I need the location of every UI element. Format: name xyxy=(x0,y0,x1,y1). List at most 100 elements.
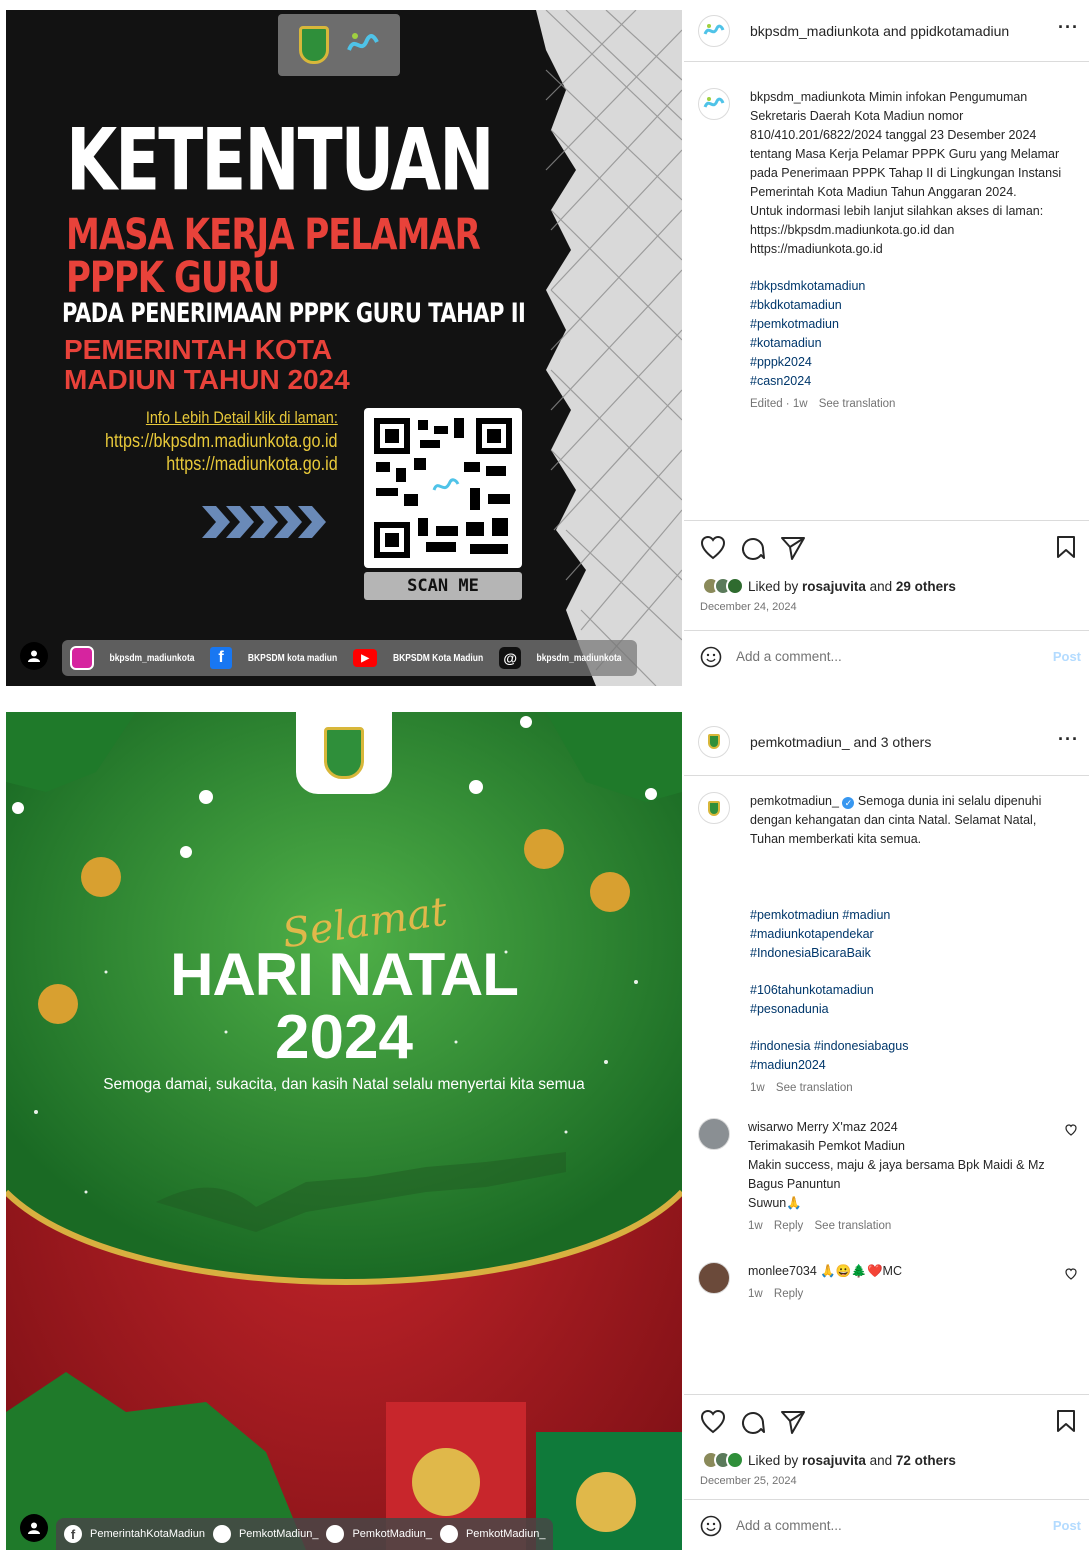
comment-item: monlee7034 🙏😀🌲❤️MC 1w Reply xyxy=(698,1262,1083,1304)
heart-icon[interactable] xyxy=(700,535,726,561)
emoji-icon[interactable] xyxy=(700,646,722,668)
more-options-icon[interactable]: ··· xyxy=(1058,18,1079,36)
qr-code xyxy=(364,408,522,568)
facebook-icon: f xyxy=(210,647,233,669)
post-2: Selamat HARI NATAL 2024 Semoga damai, su… xyxy=(0,708,1089,1551)
comment-input[interactable]: Add a comment... xyxy=(736,649,842,664)
reply-link[interactable]: Reply xyxy=(774,1220,803,1232)
comment-like-icon[interactable] xyxy=(1065,1268,1077,1280)
caption-url-1: https://bkpsdm.madiunkota.go.id dan xyxy=(750,223,955,237)
commenter-avatar[interactable] xyxy=(698,1118,730,1150)
likes-user[interactable]: rosajuvita xyxy=(802,579,866,594)
share-icon[interactable] xyxy=(780,1409,806,1435)
hashtag[interactable]: #casn2024 xyxy=(750,372,1070,391)
comment-box: Add a comment... Post xyxy=(684,630,1089,682)
comment-icon[interactable] xyxy=(740,1409,766,1435)
caption-username[interactable]: pemkotmadiun_ xyxy=(750,794,839,808)
likes-user[interactable]: rosajuvita xyxy=(802,1453,866,1468)
twitter-icon xyxy=(326,1525,345,1543)
likes-others[interactable]: 72 others xyxy=(896,1453,956,1468)
post-author[interactable]: bkpsdm_madiunkota and ppidkotamadiun xyxy=(750,23,1009,39)
hashtag[interactable]: #pppk2024 xyxy=(750,353,1070,372)
liker-avatars xyxy=(702,577,744,595)
logo-badge xyxy=(278,14,400,76)
comment-username[interactable]: wisarwo xyxy=(748,1120,793,1134)
caption-username[interactable]: bkpsdm_madiunkota xyxy=(750,90,865,104)
post-1-image[interactable]: KETENTUAN MASA KERJA PELAMAR PPPK GURU P… xyxy=(6,10,682,686)
avatar[interactable] xyxy=(698,792,730,824)
comment-text: monlee7034 🙏😀🌲❤️MC 1w Reply xyxy=(748,1262,1068,1304)
comment-box: Add a comment... Post xyxy=(684,1499,1089,1551)
social-instagram: PemkotMadiun_ xyxy=(238,1528,319,1540)
social-twitter: PemkotMadiun_ xyxy=(352,1528,432,1540)
hashtags-line[interactable]: #pemkotmadiun #madiun xyxy=(750,906,1070,925)
comment-line: Terimakasih Pemkot Madiun xyxy=(748,1139,906,1153)
avatar[interactable] xyxy=(698,725,730,758)
greeting-year: 2024 xyxy=(275,1003,413,1072)
social-threads: bkpsdm_madiunkota xyxy=(536,652,622,664)
hashtag[interactable]: #bkdkotamadiun xyxy=(750,296,1070,315)
save-icon[interactable] xyxy=(1055,535,1077,559)
comment-line: Suwun🙏 xyxy=(748,1196,802,1210)
comment-username[interactable]: monlee7034 xyxy=(748,1264,817,1278)
bkpsdm-logo-icon xyxy=(345,28,379,62)
likes-mid: and xyxy=(865,1452,896,1468)
likes-summary[interactable]: Liked by rosajuvita and 29 others xyxy=(702,577,956,595)
share-icon[interactable] xyxy=(780,535,806,561)
comment-input[interactable]: Add a comment... xyxy=(736,1518,842,1533)
post-2-image[interactable]: Selamat HARI NATAL 2024 Semoga damai, su… xyxy=(6,712,682,1550)
more-options-icon[interactable]: ··· xyxy=(1058,730,1079,748)
city-emblem-icon xyxy=(324,727,364,779)
hashtags-line[interactable]: #pesonadunia xyxy=(750,1000,1070,1019)
verified-icon: ✓ xyxy=(842,797,855,809)
tagged-people-button[interactable] xyxy=(20,642,48,670)
comment-like-icon[interactable] xyxy=(1065,1124,1077,1136)
social-links-bar: bkpsdm_madiunkota f BKPSDM kota madiun ▶… xyxy=(62,640,638,676)
info-url-2: https://madiunkota.go.id xyxy=(166,454,338,475)
hashtags-line[interactable]: #madiun2024 xyxy=(750,1056,1070,1075)
post-comment-button[interactable]: Post xyxy=(1053,1518,1081,1533)
hashtags-line[interactable]: #madiunkotapendekar xyxy=(750,925,1070,944)
reply-link[interactable]: Reply xyxy=(774,1288,803,1300)
qr-pattern-icon xyxy=(374,418,512,558)
caption-url-2: https://madiunkota.go.id xyxy=(750,242,883,256)
post-comment-button[interactable]: Post xyxy=(1053,649,1081,664)
commenter-avatar[interactable] xyxy=(698,1262,730,1294)
hashtag[interactable]: #kotamadiun xyxy=(750,334,1070,353)
hashtags-line[interactable]: #106tahunkotamadiun xyxy=(750,981,1070,1000)
post-author[interactable]: pemkotmadiun_ and 3 others xyxy=(750,734,931,750)
avatar[interactable] xyxy=(698,14,730,47)
caption-meta: Edited · 1w See translation xyxy=(750,395,1070,414)
see-translation-link[interactable]: See translation xyxy=(815,1220,892,1232)
social-facebook: BKPSDM kota madiun xyxy=(247,652,338,664)
tagged-people-button[interactable] xyxy=(20,1514,48,1542)
comment-line: Merry X'maz 2024 xyxy=(796,1120,898,1134)
christmas-background xyxy=(6,712,682,1550)
threads-icon: @ xyxy=(499,647,522,669)
likes-summary[interactable]: Liked by rosajuvita and 72 others xyxy=(702,1451,956,1469)
heart-icon[interactable] xyxy=(700,1409,726,1435)
person-icon xyxy=(28,650,40,662)
save-icon[interactable] xyxy=(1055,1409,1077,1433)
likes-prefix: Liked by xyxy=(748,1452,803,1468)
likes-others[interactable]: 29 others xyxy=(896,579,956,594)
comment-icon[interactable] xyxy=(740,535,766,561)
facebook-icon: f xyxy=(64,1525,82,1543)
hashtags-line[interactable]: #IndonesiaBicaraBaik xyxy=(750,944,1070,963)
hashtags-line[interactable]: #indonesia #indonesiabagus xyxy=(750,1037,1070,1056)
post-date: December 24, 2024 xyxy=(700,601,797,613)
emoji-icon[interactable] xyxy=(700,1515,722,1537)
greeting-title: HARI NATAL xyxy=(170,941,519,1008)
social-youtube: BKPSDM Kota Madiun xyxy=(393,652,484,664)
hashtag[interactable]: #pemkotmadiun xyxy=(750,315,1070,334)
post-2-header: pemkotmadiun_ and 3 others ··· xyxy=(684,708,1089,776)
post-2-sidebar: pemkotmadiun_ and 3 others ··· pemkotmad… xyxy=(684,708,1089,1551)
see-translation-link[interactable]: See translation xyxy=(819,398,896,410)
see-translation-link[interactable]: See translation xyxy=(776,1082,853,1094)
hashtag[interactable]: #bkpsdmkotamadiun xyxy=(750,277,1070,296)
scan-me-label: SCAN ME xyxy=(364,572,522,600)
comment-time: 1w xyxy=(748,1288,763,1300)
greeting-tagline: Semoga damai, sukacita, dan kasih Natal … xyxy=(103,1076,585,1093)
city-emblem-icon xyxy=(708,800,720,816)
avatar[interactable] xyxy=(698,88,730,120)
